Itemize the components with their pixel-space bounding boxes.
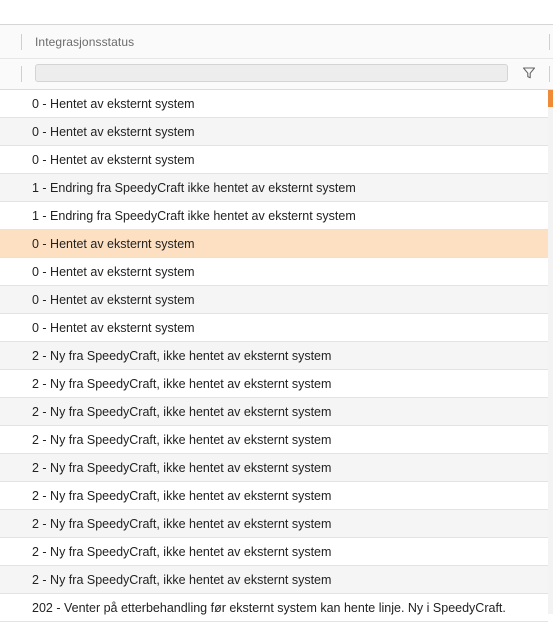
table-row[interactable]: 0 - Hentet av eksternt system	[0, 314, 548, 342]
status-cell: 2 - Ny fra SpeedyCraft, ikke hentet av e…	[32, 349, 332, 363]
filter-separator	[21, 66, 22, 82]
column-separator-right[interactable]	[549, 34, 550, 50]
table-row[interactable]: 2 - Ny fra SpeedyCraft, ikke hentet av e…	[0, 426, 548, 454]
status-cell: 2 - Ny fra SpeedyCraft, ikke hentet av e…	[32, 489, 332, 503]
column-header-integrasjonsstatus[interactable]: Integrasjonsstatus	[35, 35, 134, 49]
table-row[interactable]: 2 - Ny fra SpeedyCraft, ikke hentet av e…	[0, 538, 548, 566]
status-cell: 1 - Endring fra SpeedyCraft ikke hentet …	[32, 209, 356, 223]
column-filter-input[interactable]	[35, 64, 508, 82]
table-row[interactable]: 2 - Ny fra SpeedyCraft, ikke hentet av e…	[0, 342, 548, 370]
table-row[interactable]: 0 - Hentet av eksternt system	[0, 118, 548, 146]
status-cell: 0 - Hentet av eksternt system	[32, 237, 195, 251]
status-cell: 0 - Hentet av eksternt system	[32, 125, 195, 139]
status-cell: 2 - Ny fra SpeedyCraft, ikke hentet av e…	[32, 573, 332, 587]
table-row[interactable]: 2 - Ny fra SpeedyCraft, ikke hentet av e…	[0, 482, 548, 510]
status-cell: 2 - Ny fra SpeedyCraft, ikke hentet av e…	[32, 461, 332, 475]
status-cell: 2 - Ny fra SpeedyCraft, ikke hentet av e…	[32, 433, 332, 447]
status-cell: 0 - Hentet av eksternt system	[32, 153, 195, 167]
status-cell: 1 - Endring fra SpeedyCraft ikke hentet …	[32, 181, 356, 195]
column-header-row: Integrasjonsstatus	[0, 25, 553, 59]
status-cell: 0 - Hentet av eksternt system	[32, 265, 195, 279]
filter-separator-right	[549, 66, 550, 82]
table-row[interactable]: 0 - Hentet av eksternt system	[0, 258, 548, 286]
table-row[interactable]: 1 - Endring fra SpeedyCraft ikke hentet …	[0, 202, 548, 230]
status-cell: 2 - Ny fra SpeedyCraft, ikke hentet av e…	[32, 545, 332, 559]
grid-body: 0 - Hentet av eksternt system 0 - Hentet …	[0, 90, 548, 622]
table-row[interactable]: 0 - Hentet av eksternt system	[0, 286, 548, 314]
status-cell: 2 - Ny fra SpeedyCraft, ikke hentet av e…	[32, 517, 332, 531]
filter-row	[0, 59, 553, 90]
status-cell: 0 - Hentet av eksternt system	[32, 321, 195, 335]
vertical-scrollbar-track[interactable]	[548, 107, 553, 614]
vertical-scrollbar-thumb[interactable]	[548, 90, 553, 107]
table-row[interactable]: 2 - Ny fra SpeedyCraft, ikke hentet av e…	[0, 370, 548, 398]
table-row[interactable]: 0 - Hentet av eksternt system	[0, 90, 548, 118]
table-row[interactable]: 2 - Ny fra SpeedyCraft, ikke hentet av e…	[0, 454, 548, 482]
status-cell: 2 - Ny fra SpeedyCraft, ikke hentet av e…	[32, 377, 332, 391]
filter-funnel-icon[interactable]	[522, 66, 536, 80]
table-row[interactable]: 0 - Hentet av eksternt system	[0, 146, 548, 174]
status-cell: 2 - Ny fra SpeedyCraft, ikke hentet av e…	[32, 405, 332, 419]
table-row[interactable]: 2 - Ny fra SpeedyCraft, ikke hentet av e…	[0, 510, 548, 538]
status-cell: 0 - Hentet av eksternt system	[32, 97, 195, 111]
table-row[interactable]: 2 - Ny fra SpeedyCraft, ikke hentet av e…	[0, 398, 548, 426]
column-separator-left[interactable]	[21, 34, 22, 50]
table-row[interactable]: 202 - Venter på etterbehandling før ekst…	[0, 594, 548, 622]
table-row[interactable]: 0 - Hentet av eksternt system	[0, 230, 548, 258]
status-cell: 0 - Hentet av eksternt system	[32, 293, 195, 307]
status-cell: 202 - Venter på etterbehandling før ekst…	[32, 601, 506, 615]
grid-top-strip	[0, 0, 553, 25]
table-row[interactable]: 2 - Ny fra SpeedyCraft, ikke hentet av e…	[0, 566, 548, 594]
table-row[interactable]: 1 - Endring fra SpeedyCraft ikke hentet …	[0, 174, 548, 202]
